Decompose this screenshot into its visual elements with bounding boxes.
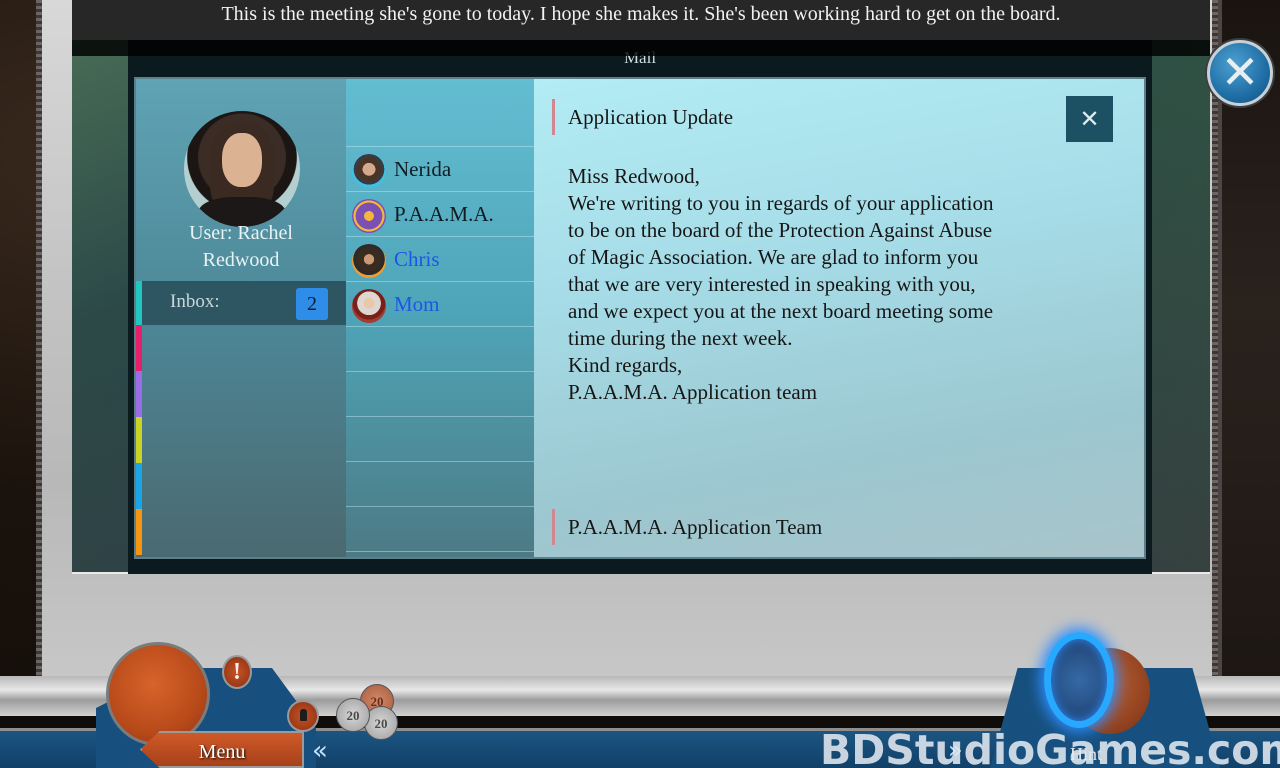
contact-name: Chris [394, 247, 440, 271]
paama-logo-icon [352, 199, 386, 233]
folder-tab[interactable] [136, 463, 142, 509]
message-subject: Application Update [568, 105, 734, 129]
user-avatar [184, 111, 300, 227]
message-line: and we expect you at the next board meet… [568, 299, 994, 323]
message-line: P.A.A.M.A. Application team [568, 380, 818, 404]
close-x-icon: ✕ [1079, 105, 1100, 133]
contact-name: Nerida [394, 157, 452, 181]
empty-row [346, 463, 534, 507]
contact-row[interactable]: P.A.A.M.A. [346, 193, 534, 237]
coins-counter: 20 20 20 [336, 684, 402, 744]
empty-row [346, 418, 534, 462]
subject-accent-bar [552, 99, 555, 135]
list-separator [346, 103, 534, 147]
contact-row[interactable]: Nerida [346, 148, 534, 192]
mail-window: User: Rachel Redwood Inbox: 2 Nerida P.A.… [134, 77, 1146, 559]
folder-tab[interactable] [136, 417, 142, 463]
close-device-button[interactable]: ✕ [1207, 40, 1273, 106]
message-line: Kind regards, [568, 353, 683, 377]
contact-list: Nerida P.A.A.M.A. Chris Mom [346, 79, 534, 557]
background-scene-right [1220, 0, 1280, 768]
hint-button[interactable] [1040, 628, 1150, 738]
close-x-icon: ✕ [1220, 45, 1260, 99]
chevron-left-icon[interactable]: « [312, 736, 328, 766]
contact-name: Mom [394, 292, 440, 316]
folder-tab[interactable] [136, 371, 142, 417]
message-line: Miss Redwood, [568, 164, 700, 188]
sender-accent-bar [552, 509, 555, 545]
folder-tab[interactable] [136, 325, 142, 371]
message-sender: P.A.A.M.A. Application Team [568, 515, 823, 539]
frame-chain-right [1212, 0, 1218, 768]
lock-icon[interactable] [287, 700, 319, 732]
message-line: We're writing to you in regards of your … [568, 191, 994, 215]
empty-row [346, 373, 534, 417]
close-message-button[interactable]: ✕ [1066, 96, 1113, 142]
contact-name: P.A.A.M.A. [394, 202, 494, 226]
coin-icon: 20 [336, 698, 370, 732]
message-body: Miss Redwood, We're writing to you in reg… [568, 163, 1038, 406]
message-pane: Application Update ✕ Miss Redwood, We're … [534, 79, 1144, 557]
folder-tab[interactable] [136, 509, 142, 555]
message-line: that we are very interested in speaking … [568, 272, 976, 296]
nerida-avatar-icon [352, 154, 386, 188]
inbox-label: Inbox: [170, 291, 220, 312]
watermark: BDStudioGames.com [820, 726, 1280, 768]
journal-orb-button[interactable] [106, 642, 210, 746]
menu-button[interactable]: Menu [140, 731, 304, 768]
message-line: of Magic Association. We are glad to inf… [568, 245, 979, 269]
folder-color-tabs [136, 325, 142, 555]
user-name: User: Rachel Redwood [189, 222, 293, 271]
frame-chain-left [36, 0, 42, 768]
profile-pane: User: Rachel Redwood Inbox: 2 [136, 79, 346, 557]
chris-avatar-icon [352, 244, 386, 278]
contact-row[interactable]: Mom [346, 283, 534, 327]
empty-row [346, 508, 534, 552]
inbox-folder[interactable]: Inbox: 2 [136, 281, 346, 325]
inbox-unread-badge: 2 [296, 288, 328, 320]
empty-row [346, 328, 534, 372]
message-line: to be on the board of the Protection Aga… [568, 218, 993, 242]
mom-avatar-icon [352, 289, 386, 323]
message-line: time during the next week. [568, 326, 793, 350]
alert-icon[interactable]: ! [222, 655, 252, 689]
dialogue-subtitle: This is the meeting she's gone to today.… [72, 0, 1210, 56]
hint-glow-ring [1044, 632, 1114, 728]
contact-row[interactable]: Chris [346, 238, 534, 282]
